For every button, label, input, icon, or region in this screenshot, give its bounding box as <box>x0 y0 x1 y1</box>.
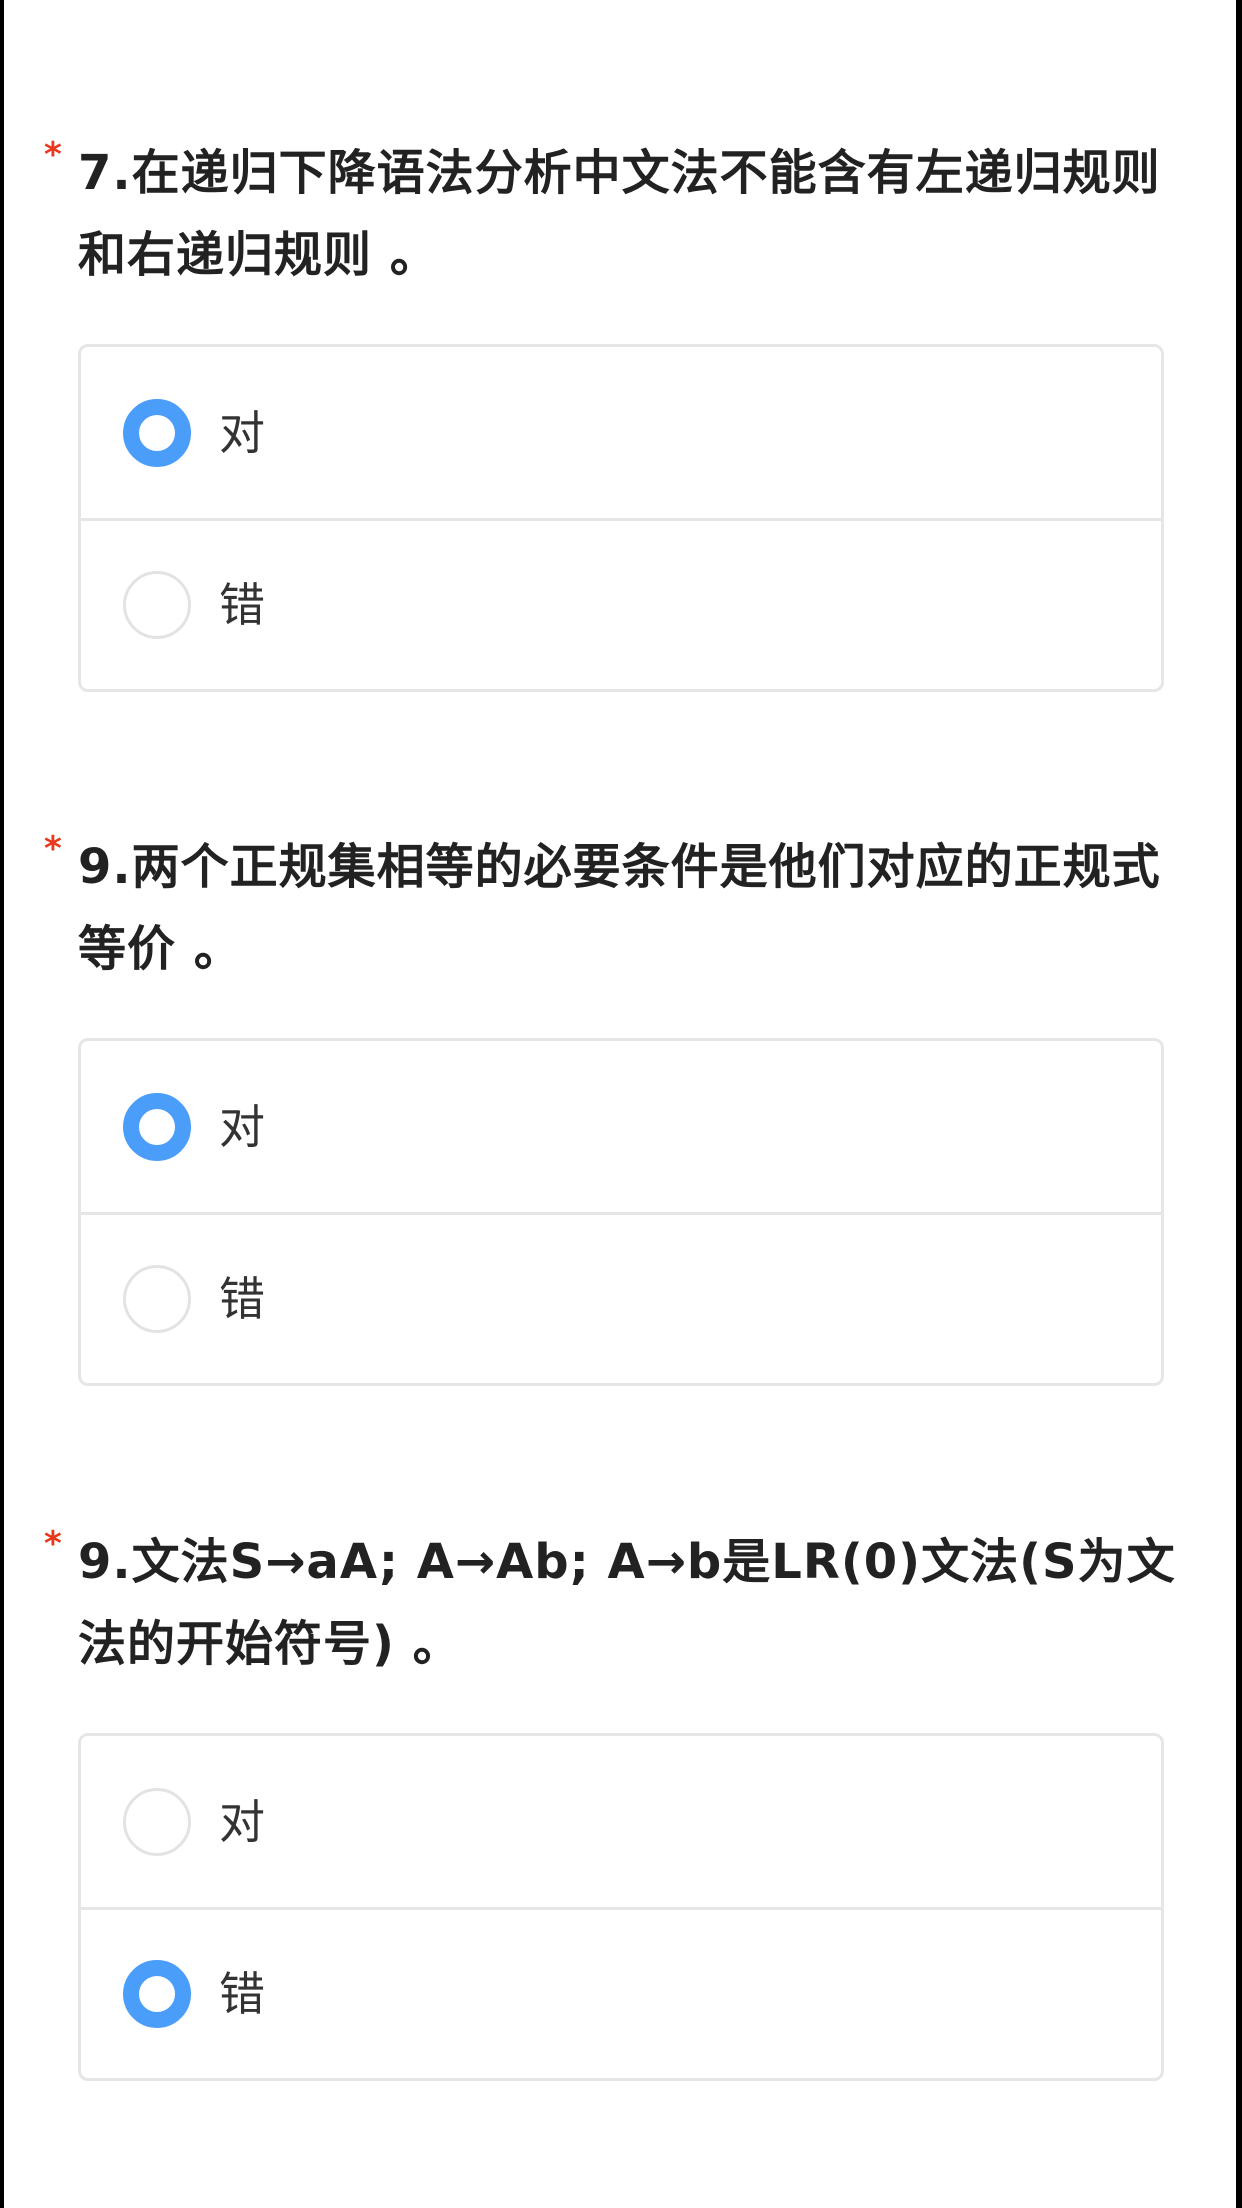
option-label: 对 <box>219 1794 265 1849</box>
option-true[interactable]: 对 <box>81 347 1161 518</box>
question-title: * 7.在递归下降语法分析中文法不能含有左递归规则和右递归规则 。 <box>44 132 1176 296</box>
radio-icon[interactable] <box>123 1265 191 1333</box>
radio-icon[interactable] <box>123 1092 191 1161</box>
question-9b: * 9.文法S→aA; A→Ab; A→b是LR(0)文法(S为文法的开始符号)… <box>4 1521 1236 2081</box>
required-mark: * <box>44 1524 63 1564</box>
radio-icon[interactable] <box>123 1787 191 1856</box>
radio-icon[interactable] <box>123 571 191 639</box>
question-7: * 7.在递归下降语法分析中文法不能含有左递归规则和右递归规则 。 对 错 <box>4 132 1236 692</box>
radio-icon[interactable] <box>123 398 191 467</box>
survey-page: * 7.在递归下降语法分析中文法不能含有左递归规则和右递归规则 。 对 错 * … <box>4 0 1236 2208</box>
question-text: 9.文法S→aA; A→Ab; A→b是LR(0)文法(S为文法的开始符号) 。 <box>78 1534 1176 1672</box>
option-label: 错 <box>219 578 265 632</box>
option-label: 对 <box>219 405 265 460</box>
option-true[interactable]: 对 <box>81 1736 1161 1907</box>
required-mark: * <box>44 135 63 175</box>
option-label: 错 <box>219 1272 265 1326</box>
options-group: 对 错 <box>78 1038 1164 1386</box>
question-title: * 9.两个正规集相等的必要条件是他们对应的正规式等价 。 <box>44 826 1176 990</box>
question-9a: * 9.两个正规集相等的必要条件是他们对应的正规式等价 。 对 错 <box>4 826 1236 1386</box>
option-true[interactable]: 对 <box>81 1041 1161 1212</box>
question-title: * 9.文法S→aA; A→Ab; A→b是LR(0)文法(S为文法的开始符号)… <box>44 1521 1176 1685</box>
option-label: 错 <box>219 1967 265 2021</box>
options-group: 对 错 <box>78 344 1164 692</box>
question-text: 7.在递归下降语法分析中文法不能含有左递归规则和右递归规则 。 <box>78 145 1161 283</box>
option-false[interactable]: 错 <box>81 1907 1161 2078</box>
radio-icon[interactable] <box>123 1960 191 2028</box>
option-label: 对 <box>219 1099 265 1154</box>
required-mark: * <box>44 829 63 869</box>
options-group: 对 错 <box>78 1733 1164 2081</box>
option-false[interactable]: 错 <box>81 1212 1161 1383</box>
question-text: 9.两个正规集相等的必要条件是他们对应的正规式等价 。 <box>78 839 1161 977</box>
option-false[interactable]: 错 <box>81 518 1161 689</box>
